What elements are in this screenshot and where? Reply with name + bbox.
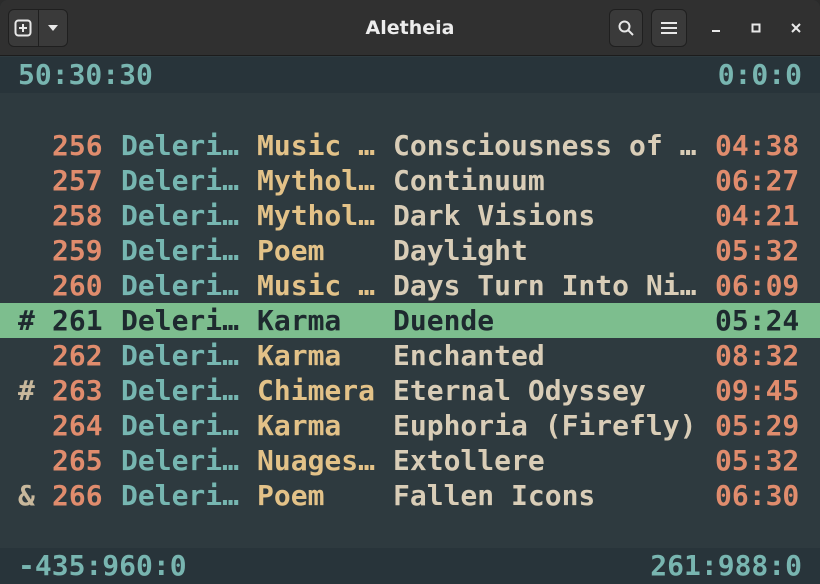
track-artist: Deleri… [121,269,240,302]
track-duration: 06:09 [715,269,800,302]
track-row[interactable]: 259 Deleri… Poem Daylight 05:32 [0,233,820,268]
track-number: 256 [52,129,103,162]
track-artist: Deleri… [121,129,240,162]
track-artist: Deleri… [121,164,240,197]
track-number: 261 [52,304,103,337]
track-row[interactable]: 260 Deleri… Music … Days Turn Into Ni… 06:09 [0,268,820,303]
track-artist: Deleri… [121,199,240,232]
track-album: Karma [257,409,342,442]
track-title: Daylight [393,234,528,267]
search-icon [618,20,634,36]
header-bar: Aletheia [0,0,820,56]
top-status-right: 0:0:0 [717,58,802,91]
track-mark: # [18,304,35,337]
track-title: Eternal Odyssey [393,374,646,407]
track-album: Chimera [257,374,376,407]
track-row[interactable]: 258 Deleri… Mythol… Dark Visions 04:21 [0,198,820,233]
close-icon [791,23,801,33]
new-button[interactable] [9,10,38,46]
track-duration: 05:32 [715,444,800,477]
track-artist: Deleri… [121,234,240,267]
minimize-icon [712,30,720,32]
track-title: Euphoria (Firefly) [393,409,697,442]
track-number: 257 [52,164,103,197]
track-mark: # [18,374,35,407]
track-duration: 08:32 [715,339,800,372]
track-album: Mythol… [257,199,376,232]
track-list[interactable]: 256 Deleri… Music … Consciousness of … 04:38… [0,128,820,513]
bottom-status-right: 261:988:0 [650,549,802,582]
track-artist: Deleri… [121,304,240,337]
track-duration: 06:30 [715,479,800,512]
app-window: Aletheia 50:30:30 0:0:0 256 Deleri… Musi… [0,0,820,584]
track-row[interactable]: 264 Deleri… Karma Euphoria (Firefly) 05:29 [0,408,820,443]
track-duration: 06:27 [715,164,800,197]
track-row[interactable]: 257 Deleri… Mythol… Continuum 06:27 [0,163,820,198]
track-artist: Deleri… [121,409,240,442]
track-title: Continuum [393,164,545,197]
track-album: Karma [257,304,342,337]
track-row[interactable]: 265 Deleri… Nuages… Extollere 05:32 [0,443,820,478]
track-number: 266 [52,479,103,512]
track-number: 265 [52,444,103,477]
track-duration: 05:24 [715,304,800,337]
new-split-button[interactable] [8,9,68,47]
track-album: Nuages… [257,444,376,477]
hamburger-menu-icon [661,22,677,34]
window-title: Aletheia [365,17,455,39]
track-duration: 05:32 [715,234,800,267]
track-album: Karma [257,339,342,372]
track-album: Mythol… [257,164,376,197]
track-artist: Deleri… [121,374,240,407]
track-album: Music … [257,269,376,302]
track-number: 262 [52,339,103,372]
top-status-left: 50:30:30 [18,58,153,91]
track-row[interactable]: 262 Deleri… Karma Enchanted 08:32 [0,338,820,373]
track-number: 263 [52,374,103,407]
track-title: Consciousness of … [393,129,697,162]
minimize-button[interactable] [703,15,729,41]
track-duration: 04:21 [715,199,800,232]
track-artist: Deleri… [121,339,240,372]
close-button[interactable] [783,15,809,41]
menu-button[interactable] [651,9,687,47]
track-number: 258 [52,199,103,232]
track-number: 264 [52,409,103,442]
chevron-down-icon [47,25,58,31]
track-mark: & [18,479,35,512]
track-title: Fallen Icons [393,479,596,512]
track-row[interactable]: #263 Deleri… Chimera Eternal Odyssey 09:45 [0,373,820,408]
track-duration: 05:29 [715,409,800,442]
track-row-current[interactable]: #261 Deleri… Karma Duende 05:24 [0,303,820,338]
dropdown-button[interactable] [39,10,68,46]
maximize-button[interactable] [743,15,769,41]
track-number: 260 [52,269,103,302]
bottom-status-left: -435:960:0 [18,549,187,582]
track-title: Extollere [393,444,545,477]
track-title: Dark Visions [393,199,596,232]
track-title: Days Turn Into Ni… [393,269,697,302]
track-number: 259 [52,234,103,267]
track-title: Duende [393,304,495,337]
plus-square-icon [14,19,32,37]
track-duration: 09:45 [715,374,800,407]
maximize-icon [751,23,761,33]
track-duration: 04:38 [715,129,800,162]
bottom-status-bar: -435:960:0 261:988:0 [0,548,820,584]
search-button[interactable] [609,9,643,47]
track-artist: Deleri… [121,444,240,477]
track-album: Music … [257,129,376,162]
track-album: Poem [257,234,325,267]
track-row[interactable]: & 266 Deleri… Poem Fallen Icons 06:30 [0,478,820,513]
top-status-bar: 50:30:30 0:0:0 [0,57,820,93]
track-artist: Deleri… [121,479,240,512]
track-album: Poem [257,479,325,512]
track-title: Enchanted [393,339,545,372]
track-row[interactable]: 256 Deleri… Music … Consciousness of … 04:38 [0,128,820,163]
